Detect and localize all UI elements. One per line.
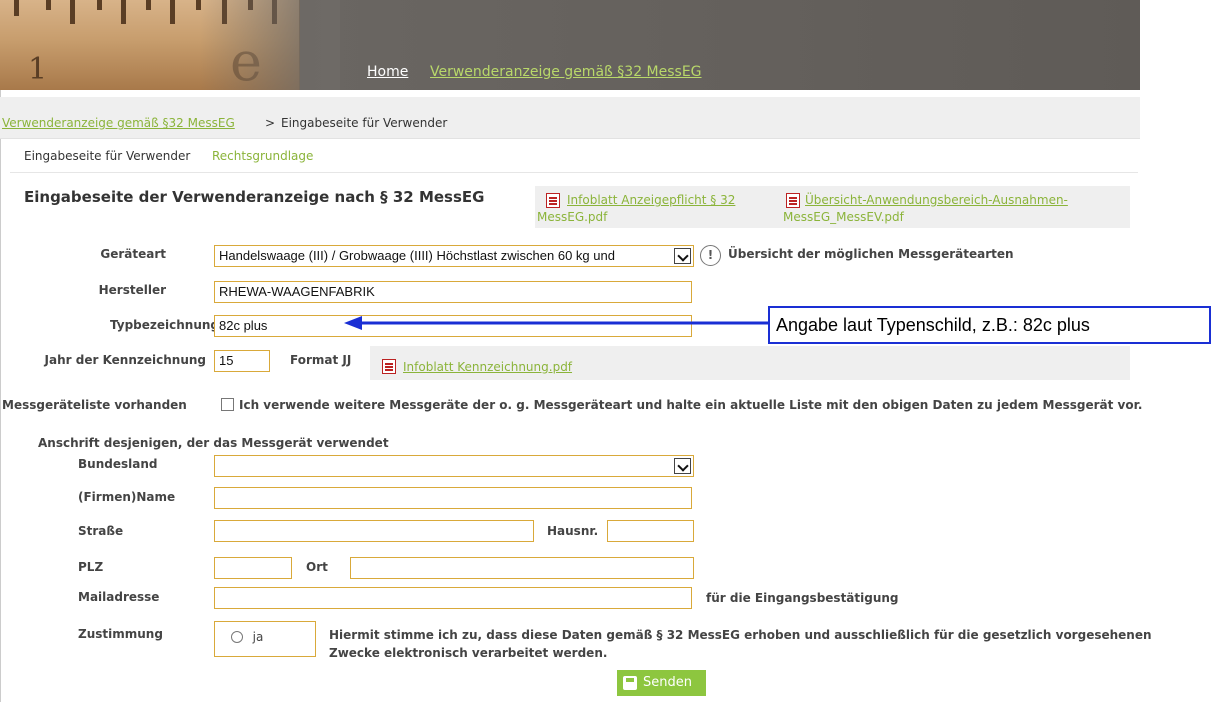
bundesland-label: Bundesland bbox=[78, 457, 158, 471]
tab-rechtsgrundlage[interactable]: Rechtsgrundlage bbox=[212, 149, 313, 163]
hersteller-label: Hersteller bbox=[98, 283, 166, 297]
submit-label: Senden bbox=[643, 675, 692, 690]
zustimmung-text: Hiermit stimme ich zu, dass diese Daten … bbox=[329, 626, 1152, 662]
strasse-input[interactable] bbox=[214, 520, 534, 542]
pdf-link-uebersicht-line1: Übersicht-Anwendungsbereich-Ausnahmen- bbox=[805, 193, 1068, 207]
mail-input[interactable] bbox=[214, 587, 692, 609]
mail-label: Mailadresse bbox=[78, 590, 160, 604]
typ-value: 82c plus bbox=[219, 318, 268, 333]
nav-verwenderanzeige-link[interactable]: Verwenderanzeige gemäß §32 MessEG bbox=[430, 64, 702, 80]
strasse-label: Straße bbox=[78, 524, 124, 538]
geraeteart-info-text: Übersicht der möglichen Messgerätearten bbox=[728, 247, 1014, 261]
info-icon[interactable]: ! bbox=[700, 245, 721, 266]
anschrift-heading: Anschrift desjenigen, der das Messgerät … bbox=[38, 436, 389, 450]
zustimmung-text-line1: Hiermit stimme ich zu, dass diese Daten … bbox=[329, 628, 1152, 642]
tab-eingabeseite[interactable]: Eingabeseite für Verwender bbox=[24, 149, 190, 163]
hausnr-input[interactable] bbox=[607, 520, 694, 542]
firma-label: (Firmen)Name bbox=[78, 490, 176, 504]
pdf-link-uebersicht-line2: MessEG_MessEV.pdf bbox=[783, 210, 904, 224]
submit-button[interactable]: Senden bbox=[617, 670, 706, 696]
pdf-link-anzeigepflicht[interactable]: Infoblatt Anzeigepflicht § 32 MessEG.pdf bbox=[537, 192, 777, 226]
liste-label: Messgeräteliste vorhanden bbox=[2, 398, 187, 412]
hersteller-input[interactable]: RHEWA-WAAGENFABRIK bbox=[214, 281, 692, 303]
breadcrumb-separator: > bbox=[265, 116, 276, 130]
zustimmung-text-line2: Zwecke elektronisch verarbeitet werden. bbox=[329, 646, 608, 660]
liste-checkbox[interactable] bbox=[221, 398, 234, 411]
mail-hint: für die Eingangsbestätigung bbox=[706, 591, 899, 605]
plz-input[interactable] bbox=[214, 557, 292, 579]
save-icon bbox=[623, 676, 637, 690]
hersteller-value: RHEWA-WAAGENFABRIK bbox=[219, 284, 375, 299]
page-title: Eingabeseite der Verwenderanzeige nach §… bbox=[24, 188, 485, 206]
header-fade bbox=[200, 0, 340, 90]
geraeteart-select[interactable]: Handelswaage (III) / Grobwaage (IIII) Hö… bbox=[214, 245, 694, 267]
geraeteart-value: Handelswaage (III) / Grobwaage (IIII) Hö… bbox=[219, 248, 615, 263]
hausnr-label: Hausnr. bbox=[547, 524, 599, 538]
ort-label: Ort bbox=[306, 560, 328, 574]
geraeteart-label: Geräteart bbox=[100, 247, 166, 261]
breadcrumb-current: Eingabeseite für Verwender bbox=[281, 116, 448, 130]
left-border bbox=[0, 90, 1, 702]
annotation-arrow bbox=[344, 316, 770, 330]
nav-home-link[interactable]: Home bbox=[367, 64, 408, 80]
pdf-link-uebersicht[interactable]: Übersicht-Anwendungsbereich-Ausnahmen- M… bbox=[783, 192, 1123, 226]
chevron-down-icon bbox=[674, 458, 691, 474]
pdf-icon bbox=[382, 359, 396, 374]
pdf-link-kennzeichnung[interactable]: Infoblatt Kennzeichnung.pdf bbox=[403, 359, 572, 376]
breadcrumb-link[interactable]: Verwenderanzeige gemäß §32 MessEG bbox=[2, 116, 235, 130]
divider bbox=[10, 172, 1138, 173]
ort-input[interactable] bbox=[350, 557, 694, 579]
jahr-input[interactable]: 15 bbox=[214, 350, 270, 372]
plz-label: PLZ bbox=[78, 560, 104, 574]
typ-label: Typbezeichnung bbox=[110, 318, 220, 332]
pdf-link-anzeigepflicht-line1: Infoblatt Anzeigepflicht § 32 bbox=[567, 193, 736, 207]
jahr-format: Format JJ bbox=[290, 353, 352, 367]
jahr-label: Jahr der Kennzeichnung bbox=[44, 353, 206, 367]
zustimmung-label: Zustimmung bbox=[78, 627, 163, 641]
chevron-down-icon bbox=[674, 248, 691, 264]
zustimmung-radio-box[interactable]: ja bbox=[214, 621, 316, 657]
zustimmung-option: ja bbox=[252, 630, 264, 644]
jahr-value: 15 bbox=[219, 353, 234, 368]
annotation-callout: Angabe laut Typenschild, z.B.: 82c plus bbox=[768, 306, 1211, 344]
pdf-link-anzeigepflicht-line2: MessEG.pdf bbox=[537, 210, 608, 224]
liste-text: Ich verwende weitere Messgeräte der o. g… bbox=[239, 398, 1143, 412]
zustimmung-radio[interactable] bbox=[231, 631, 243, 643]
ruler-numeral-one: 1 bbox=[28, 52, 48, 87]
firma-input[interactable] bbox=[214, 487, 692, 509]
bundesland-select[interactable] bbox=[214, 455, 694, 477]
